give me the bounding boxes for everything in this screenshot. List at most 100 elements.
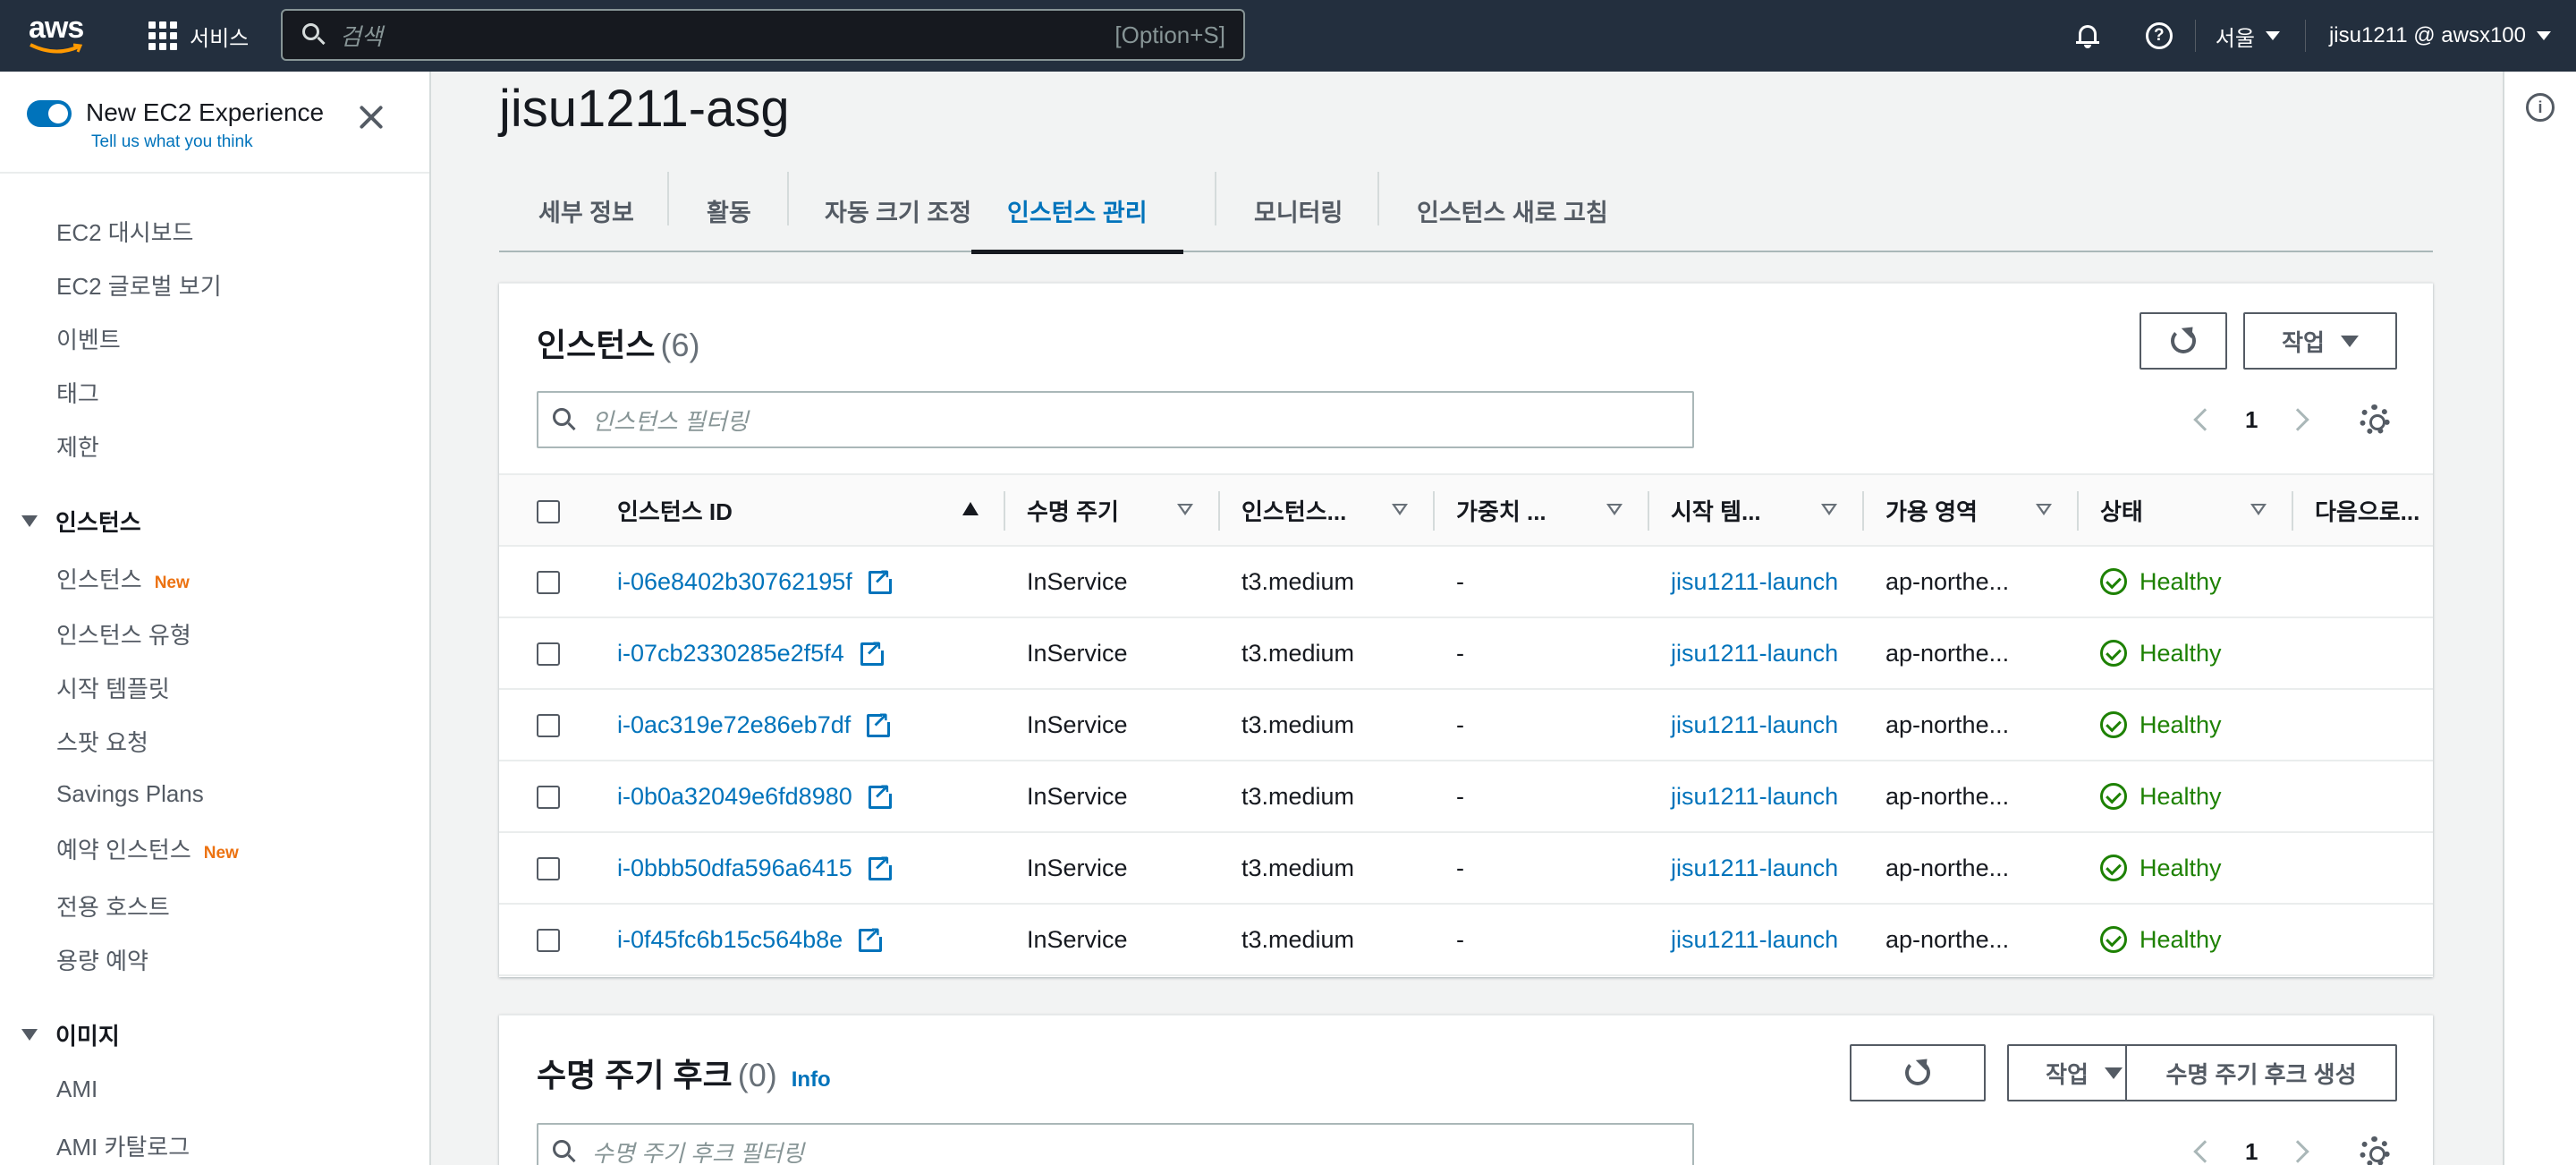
launch-template-link[interactable]: jisu1211-launch bbox=[1649, 832, 1864, 905]
bell-icon bbox=[2075, 22, 2099, 49]
instance-id-link[interactable]: i-0b0a32049e6fd8980 bbox=[617, 783, 852, 810]
row-checkbox[interactable] bbox=[537, 929, 560, 953]
create-lifecycle-hook-button[interactable]: 수명 주기 후크 생성 bbox=[2125, 1044, 2397, 1101]
sidebar-item-launch-templates[interactable]: 시작 템플릿 bbox=[56, 671, 170, 704]
tab-divider bbox=[667, 172, 669, 225]
col-instance-id[interactable]: 인스턴스 ID bbox=[596, 473, 1005, 547]
status-badge: Healthy bbox=[2100, 568, 2293, 596]
page-number[interactable]: 1 bbox=[2245, 1138, 2258, 1165]
row-checkbox[interactable] bbox=[537, 786, 560, 810]
feedback-link[interactable]: Tell us what you think bbox=[91, 132, 253, 152]
sidebar-item-instances[interactable]: 인스턴스 New bbox=[56, 562, 190, 595]
table-row[interactable]: i-0ac319e72e86eb7df InServicet3.medium-ji… bbox=[499, 689, 2433, 761]
sidebar-item-ami[interactable]: AMI bbox=[56, 1076, 97, 1103]
chevron-right-icon[interactable] bbox=[2286, 1140, 2310, 1163]
page-number[interactable]: 1 bbox=[2245, 406, 2258, 434]
tab-instance-management[interactable]: 인스턴스 관리 bbox=[971, 168, 1183, 254]
table-row[interactable]: i-0bbb50dfa596a6415 InServicet3.medium-ji… bbox=[499, 832, 2433, 905]
instance-id-link[interactable]: i-0ac319e72e86eb7df bbox=[617, 711, 851, 738]
col-weight[interactable]: 가중치 ... bbox=[1435, 473, 1649, 547]
table-row[interactable]: i-0b0a32049e6fd8980 InServicet3.medium-ji… bbox=[499, 761, 2433, 833]
external-link-icon[interactable] bbox=[860, 636, 886, 667]
col-availability-zone[interactable]: 가용 영역 bbox=[1864, 473, 2079, 547]
chevron-left-icon[interactable] bbox=[2193, 1140, 2216, 1163]
hooks-filter-input[interactable]: 수명 주기 후크 필터링 bbox=[537, 1123, 1694, 1165]
sidebar-section-instances[interactable]: 인스턴스 bbox=[21, 505, 141, 538]
instance-id-link[interactable]: i-07cb2330285e2f5f4 bbox=[617, 640, 844, 667]
sidebar-item-global-view[interactable]: EC2 글로벌 보기 bbox=[56, 268, 222, 302]
col-lifecycle[interactable]: 수명 주기 bbox=[1005, 473, 1220, 547]
sidebar-item-instance-types[interactable]: 인스턴스 유형 bbox=[56, 617, 191, 651]
table-row[interactable]: i-07cb2330285e2f5f4 InServicet3.medium-ji… bbox=[499, 617, 2433, 690]
new-experience-toggle[interactable] bbox=[27, 100, 72, 127]
actions-label: 작업 bbox=[2282, 328, 2325, 356]
select-all-cell bbox=[499, 473, 596, 547]
table-settings-button[interactable] bbox=[2360, 391, 2390, 448]
col-launch-template[interactable]: 시작 템... bbox=[1649, 473, 1864, 547]
notifications-button[interactable] bbox=[2052, 0, 2123, 72]
launch-template-link[interactable]: jisu1211-launch bbox=[1649, 761, 1864, 833]
account-menu[interactable]: jisu1211 @ awsx100 bbox=[2306, 23, 2576, 48]
global-search-input[interactable]: 검색 [Option+S] bbox=[281, 9, 1245, 61]
tab-instance-refresh[interactable]: 인스턴스 새로 고침 bbox=[1417, 168, 1608, 252]
top-navigation: aws 서비스 검색 [Option+S] ? 서울 jisu1211 @ aw… bbox=[0, 0, 2576, 72]
sidebar-item-spot-requests[interactable]: 스팟 요청 bbox=[56, 725, 148, 758]
check-circle-icon bbox=[2100, 855, 2127, 881]
table-settings-button[interactable] bbox=[2360, 1123, 2390, 1165]
select-all-checkbox[interactable] bbox=[537, 499, 560, 523]
sidebar-item-dashboard[interactable]: EC2 대시보드 bbox=[56, 215, 193, 248]
sidebar-item-reserved-instances[interactable]: 예약 인스턴스 New bbox=[56, 832, 239, 865]
sidebar-item-savings-plans[interactable]: Savings Plans bbox=[56, 780, 204, 808]
chevron-right-icon[interactable] bbox=[2286, 408, 2310, 431]
help-button[interactable]: ? bbox=[2123, 0, 2195, 72]
external-link-icon[interactable] bbox=[867, 708, 894, 738]
region-selector[interactable]: 서울 bbox=[2196, 21, 2305, 52]
actions-button[interactable]: 작업 bbox=[2243, 312, 2397, 370]
services-menu[interactable]: 서비스 bbox=[148, 18, 249, 54]
refresh-button[interactable] bbox=[2140, 312, 2227, 370]
sort-icon bbox=[1392, 504, 1408, 515]
col-instance-type[interactable]: 인스턴스... bbox=[1220, 473, 1435, 547]
row-checkbox[interactable] bbox=[537, 571, 560, 595]
col-status[interactable]: 상태 bbox=[2079, 473, 2293, 547]
table-row[interactable]: i-0f45fc6b15c564b8e InServicet3.medium-ji… bbox=[499, 904, 2433, 976]
instance-id-link[interactable]: i-0bbb50dfa596a6415 bbox=[617, 855, 852, 881]
sidebar-item-ami-catalog[interactable]: AMI 카탈로그 bbox=[56, 1129, 190, 1162]
row-checkbox[interactable] bbox=[537, 857, 560, 881]
weight-cell: - bbox=[1435, 832, 1649, 905]
sidebar-item-capacity-reservations[interactable]: 용량 예약 bbox=[56, 943, 148, 976]
close-icon[interactable] bbox=[358, 104, 385, 131]
instance-id-link[interactable]: i-06e8402b30762195f bbox=[617, 568, 852, 595]
external-link-icon[interactable] bbox=[868, 565, 894, 595]
instances-filter-input[interactable]: 인스턴스 필터링 bbox=[537, 391, 1694, 448]
chevron-left-icon[interactable] bbox=[2193, 408, 2216, 431]
sidebar-item-dedicated-hosts[interactable]: 전용 호스트 bbox=[56, 889, 170, 923]
sidebar-item-events[interactable]: 이벤트 bbox=[56, 322, 121, 355]
instance-id-link[interactable]: i-0f45fc6b15c564b8e bbox=[617, 926, 843, 953]
info-link[interactable]: Info bbox=[792, 1067, 831, 1092]
sidebar-item-tags[interactable]: 태그 bbox=[56, 376, 99, 409]
aws-logo[interactable]: aws bbox=[29, 13, 91, 57]
sidebar-section-images[interactable]: 이미지 bbox=[21, 1018, 120, 1051]
col-next[interactable]: 다음으로... bbox=[2293, 473, 2433, 547]
status-cell: Healthy bbox=[2079, 617, 2293, 690]
launch-template-link[interactable]: jisu1211-launch bbox=[1649, 617, 1864, 690]
table-row[interactable]: i-06e8402b30762195f InServicet3.medium-ji… bbox=[499, 546, 2433, 618]
external-link-icon[interactable] bbox=[868, 779, 894, 810]
launch-template-link[interactable]: jisu1211-launch bbox=[1649, 904, 1864, 976]
tab-details[interactable]: 세부 정보 bbox=[538, 168, 634, 252]
launch-template-link[interactable]: jisu1211-launch bbox=[1649, 546, 1864, 618]
tab-auto-scaling[interactable]: 자동 크기 조정 bbox=[825, 168, 971, 252]
launch-template-link[interactable]: jisu1211-launch bbox=[1649, 689, 1864, 761]
row-checkbox[interactable] bbox=[537, 642, 560, 667]
external-link-icon[interactable] bbox=[868, 851, 894, 881]
row-checkbox[interactable] bbox=[537, 714, 560, 738]
refresh-button[interactable] bbox=[1850, 1044, 1986, 1101]
external-link-icon[interactable] bbox=[859, 923, 886, 953]
check-circle-icon bbox=[2100, 568, 2127, 595]
tab-activity[interactable]: 활동 bbox=[707, 168, 751, 252]
sidebar-item-limits[interactable]: 제한 bbox=[56, 429, 99, 463]
info-icon[interactable]: i bbox=[2526, 93, 2555, 122]
status-cell: Healthy bbox=[2079, 761, 2293, 833]
tab-monitoring[interactable]: 모니터링 bbox=[1254, 168, 1343, 252]
